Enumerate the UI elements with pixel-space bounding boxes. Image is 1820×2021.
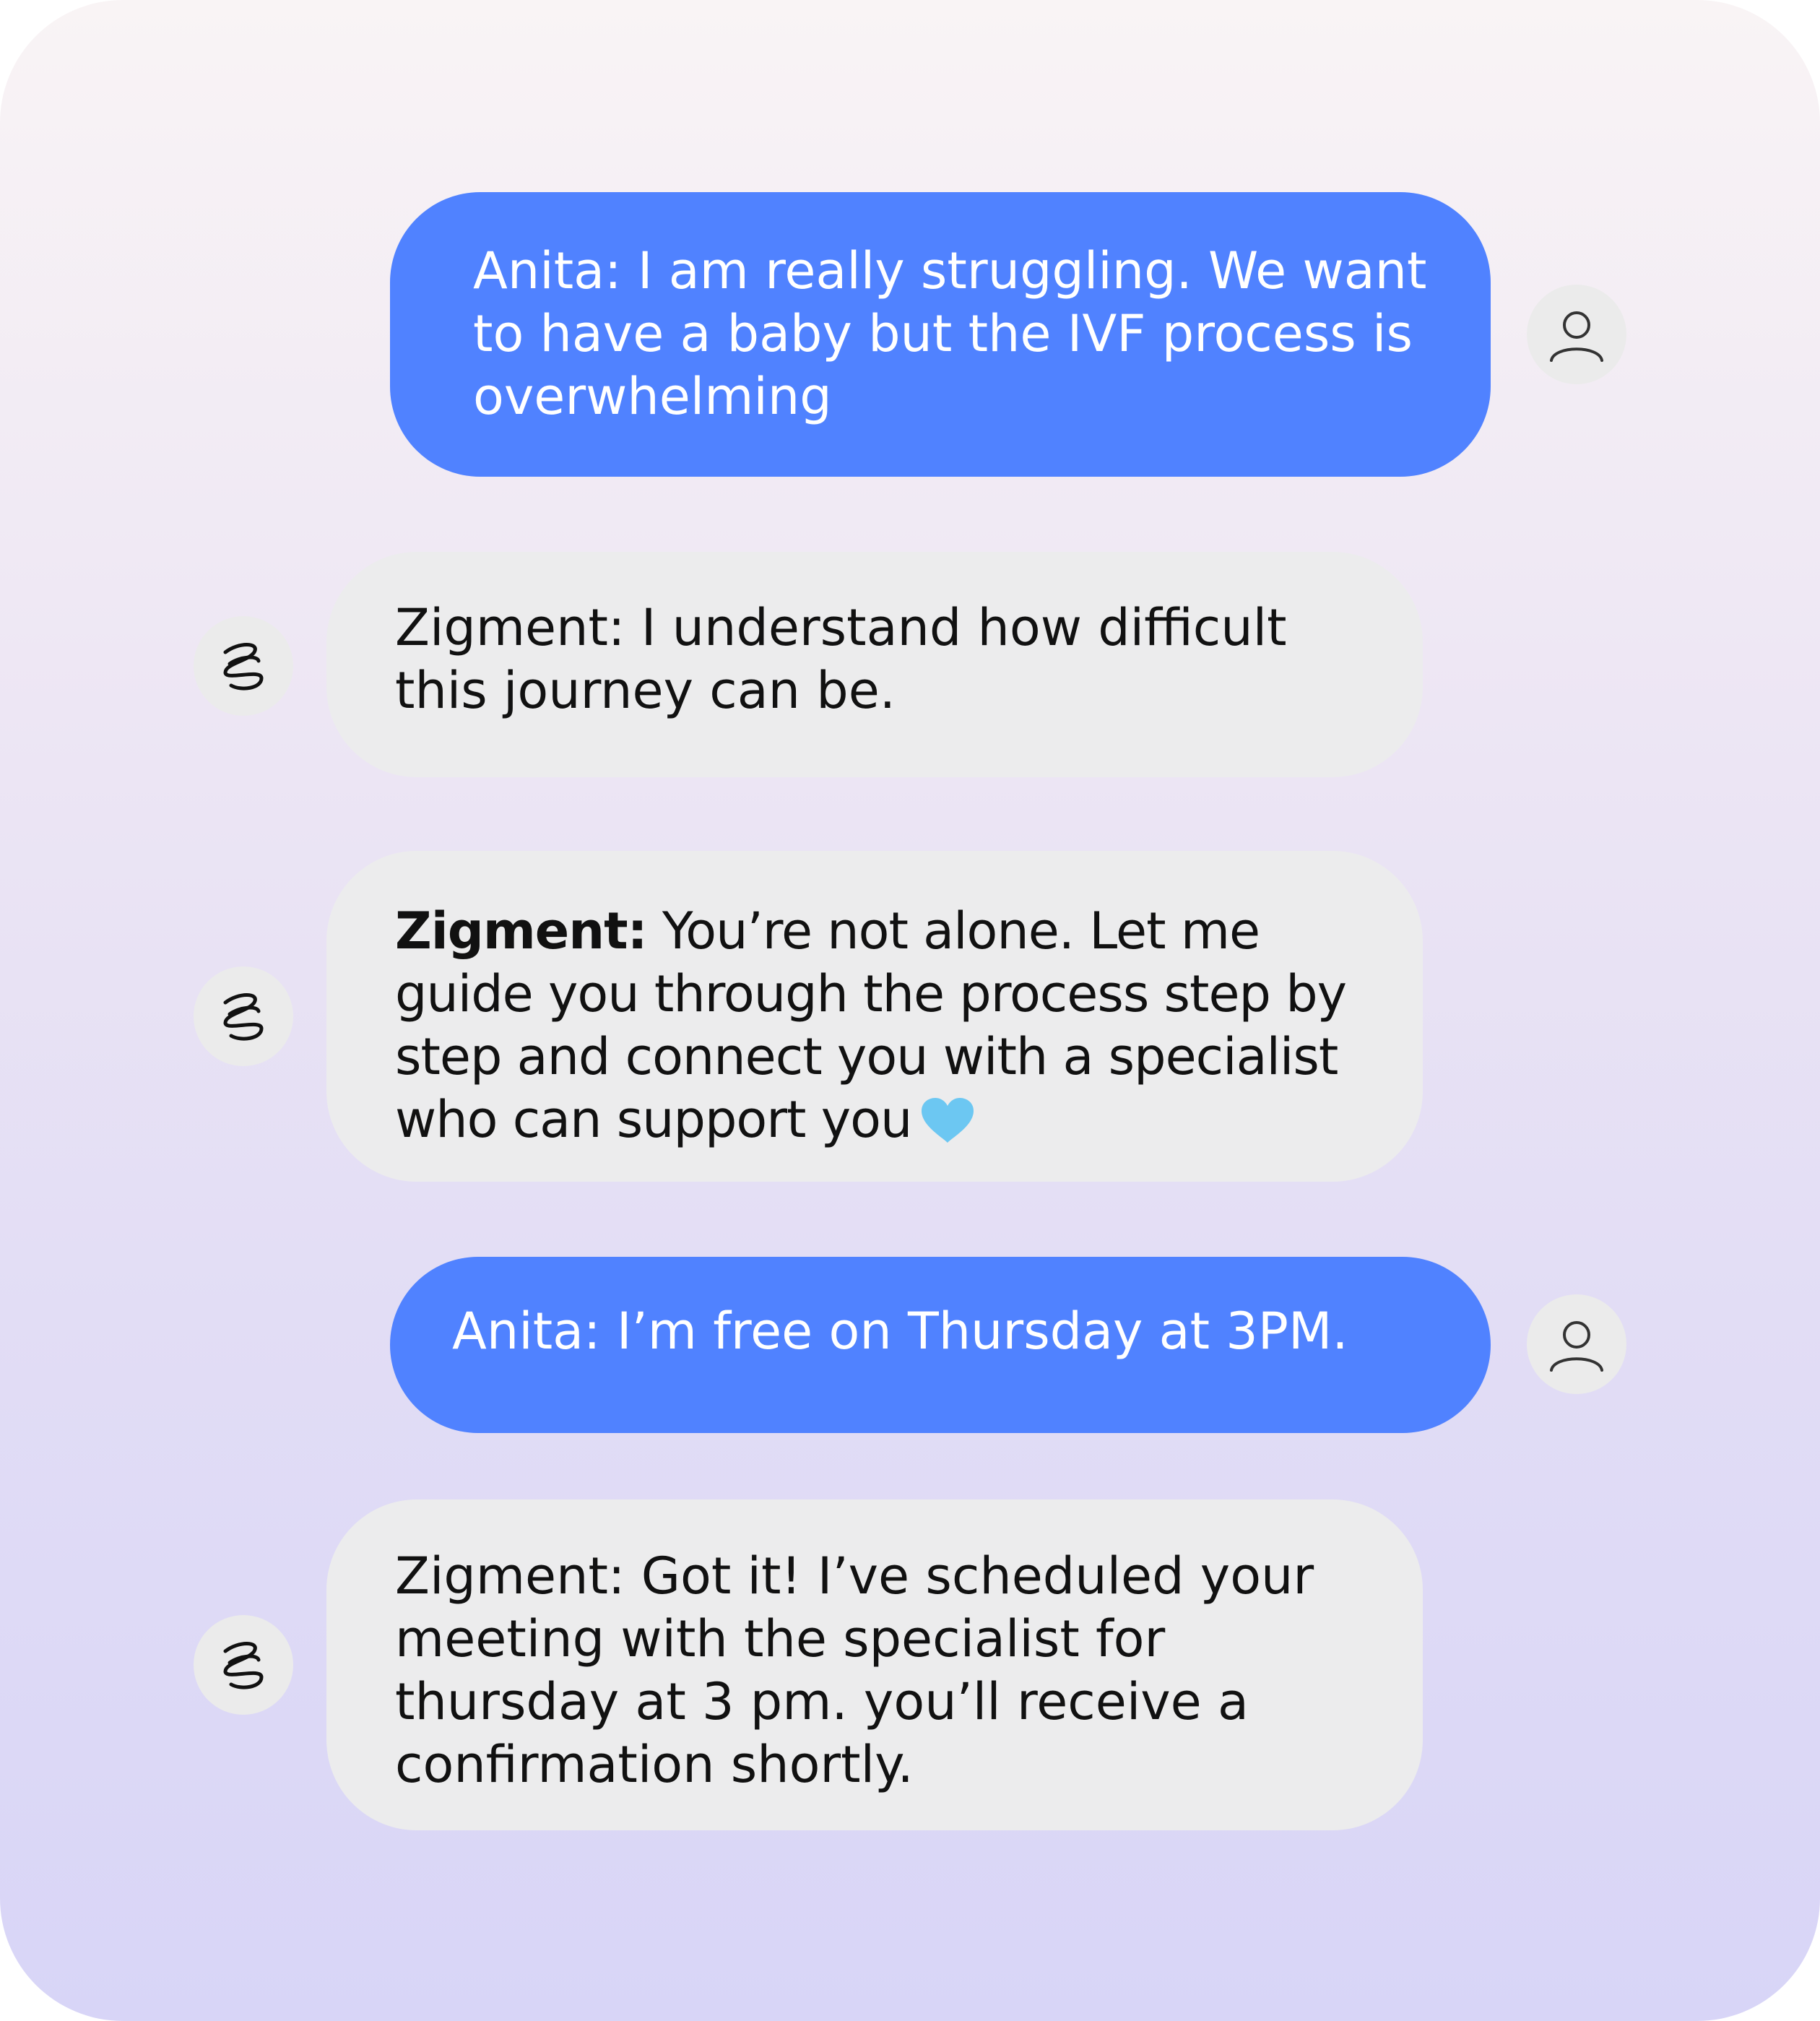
chat-card: Anita: I am really struggling. We want t… xyxy=(0,0,1820,2021)
bot-message-bubble: Zigment: I understand how difficult this… xyxy=(326,552,1423,777)
user-avatar xyxy=(1527,1294,1626,1394)
user-avatar xyxy=(1527,285,1626,384)
message-text: I’m free on Thursday at 3PM. xyxy=(616,1302,1348,1361)
zigment-logo-icon xyxy=(223,993,264,1041)
zigment-logo-icon xyxy=(223,643,264,691)
user-message-bubble: Anita: I’m free on Thursday at 3PM. xyxy=(390,1257,1491,1433)
bot-message-bubble: Zigment: Got it! I’ve scheduled your mee… xyxy=(326,1499,1423,1830)
message-speaker: Zigment: xyxy=(395,901,648,961)
user-icon xyxy=(1550,311,1603,362)
zigment-avatar xyxy=(194,966,293,1066)
message-speaker: Zigment: xyxy=(395,598,625,657)
message-speaker: Anita: xyxy=(473,241,622,300)
zigment-avatar xyxy=(194,1615,293,1715)
user-message-bubble: Anita: I am really struggling. We want t… xyxy=(390,192,1491,477)
heart-icon xyxy=(922,1098,974,1143)
zigment-logo-icon xyxy=(223,1642,264,1689)
message-speaker: Zigment: xyxy=(395,1546,625,1606)
bot-message-bubble: Zigment: You’re not alone. Let me guide … xyxy=(326,851,1423,1182)
zigment-avatar xyxy=(194,616,293,716)
message-speaker: Anita: xyxy=(452,1302,601,1361)
user-icon xyxy=(1550,1321,1603,1372)
